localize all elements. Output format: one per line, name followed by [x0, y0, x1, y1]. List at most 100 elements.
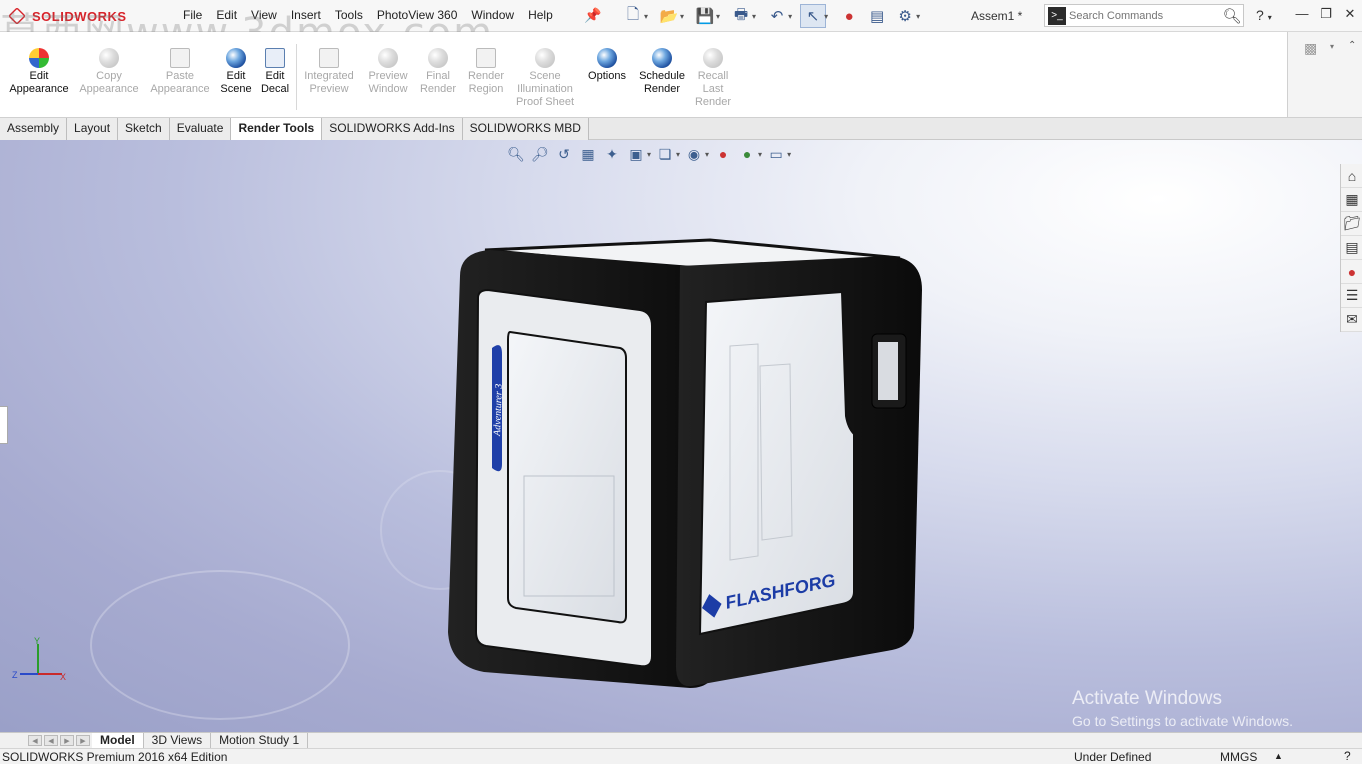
menu-tools[interactable]: Tools	[335, 8, 363, 22]
chevron-down-icon[interactable]: ▾	[644, 12, 648, 21]
recall-last-render-button[interactable]: Recall Last Render	[692, 48, 734, 109]
heads-up-view-toolbar: 🔍︎ 🔎︎ ↺ ▦ ✦ ▣ ▾ ❏ ▾ ◉ ▾ ● ● ▾ ▭ ▾	[506, 144, 791, 164]
edit-decal-button[interactable]: Edit Decal	[256, 48, 294, 96]
schedule-render-button[interactable]: Schedule Render	[634, 48, 690, 96]
menu-photoview[interactable]: PhotoView 360	[377, 8, 458, 22]
front-door-glass	[507, 330, 627, 624]
search-input[interactable]	[1069, 9, 1221, 22]
search-icon[interactable]: 🔍︎	[1221, 7, 1243, 25]
menu-help[interactable]: Help	[528, 8, 553, 22]
tab-motion-study-1[interactable]: Motion Study 1	[211, 733, 309, 749]
appearances-scenes-icon[interactable]: ●	[1341, 260, 1362, 284]
chevron-down-icon[interactable]: ▾	[716, 12, 720, 21]
paste-appearance-button[interactable]: Paste Appearance	[146, 48, 214, 96]
chevron-down-icon[interactable]: ▾	[824, 12, 828, 21]
menu-window[interactable]: Window	[471, 8, 514, 22]
menu-file[interactable]: File	[183, 8, 202, 22]
edit-appearance-button[interactable]: Edit Appearance	[4, 48, 74, 96]
minimize-icon[interactable]: —	[1292, 6, 1312, 21]
preview-window-icon	[378, 48, 398, 68]
schedule-render-label: Schedule Render	[639, 70, 685, 95]
status-bar: SOLIDWORKS Premium 2016 x64 Edition Unde…	[0, 748, 1362, 764]
chevron-down-icon[interactable]: ▾	[647, 150, 651, 159]
options-button[interactable]: Options	[582, 48, 632, 83]
final-render-button[interactable]: Final Render	[416, 48, 460, 96]
apply-scene-icon[interactable]: ●	[737, 144, 757, 164]
new-document-icon[interactable]: 🗋	[620, 4, 646, 28]
chevron-down-icon[interactable]: ▾	[916, 12, 920, 21]
forum-icon[interactable]: ✉	[1341, 308, 1362, 332]
home-icon[interactable]: ⌂	[1341, 164, 1362, 188]
save-icon[interactable]: 💾	[692, 4, 718, 28]
menu-insert[interactable]: Insert	[291, 8, 321, 22]
file-explorer-icon[interactable]: 📁︎	[1341, 212, 1362, 236]
solidworks-logo[interactable]: SOLIDWORKS	[8, 6, 127, 26]
print-icon[interactable]: 🖶	[728, 4, 754, 28]
chevron-down-icon[interactable]: ▾	[787, 150, 791, 159]
file-properties-icon[interactable]: ▤	[864, 4, 890, 28]
previous-view-icon[interactable]: ↺	[554, 144, 574, 164]
graphics-area[interactable]: 🔍︎ 🔎︎ ↺ ▦ ✦ ▣▾ ❏▾ ◉▾ ● ●▾ ▭▾ □ □ — ❐ ✕ ⌂…	[0, 140, 1362, 732]
first-tab-icon[interactable]: ◀	[28, 735, 42, 746]
view-palette-icon[interactable]: ▤	[1341, 236, 1362, 260]
view-orientation-icon[interactable]: ▣	[626, 144, 646, 164]
edit-appearance-icon[interactable]: ●	[713, 144, 733, 164]
feature-manager-toggle[interactable]	[0, 406, 8, 444]
last-tab-icon[interactable]: ▶	[76, 735, 90, 746]
dynamic-annotation-icon[interactable]: ✦	[602, 144, 622, 164]
tab-solidworks-mbd[interactable]: SOLIDWORKS MBD	[462, 118, 589, 140]
section-view-icon[interactable]: ▦	[578, 144, 598, 164]
chevron-down-icon[interactable]: ▾	[758, 150, 762, 159]
close-icon[interactable]: ✕	[1340, 6, 1360, 22]
help-icon[interactable]: ?	[1344, 748, 1351, 764]
select-pointer-icon[interactable]: ↖	[800, 4, 827, 28]
next-tab-icon[interactable]: ▶	[60, 735, 74, 746]
tab-evaluate[interactable]: Evaluate	[169, 118, 232, 140]
options-icon	[597, 48, 617, 68]
open-folder-icon[interactable]: 📂	[656, 4, 682, 28]
chevron-down-icon[interactable]: ▾	[788, 12, 792, 21]
render-options-icon[interactable]: ▩	[1304, 40, 1317, 57]
previous-tab-icon[interactable]: ◀	[44, 735, 58, 746]
decal-icon	[265, 48, 285, 68]
scene-illumination-proof-sheet-button[interactable]: Scene Illumination Proof Sheet	[512, 48, 578, 109]
integrated-preview-button[interactable]: Integrated Preview	[300, 48, 358, 96]
tab-3d-views[interactable]: 3D Views	[144, 733, 212, 749]
unit-system[interactable]: MMGS	[1220, 749, 1257, 764]
view-settings-icon[interactable]: ▭	[766, 144, 786, 164]
preview-window-button[interactable]: Preview Window	[362, 48, 414, 96]
design-library-icon[interactable]: ▦	[1341, 188, 1362, 212]
tab-model[interactable]: Model	[92, 733, 144, 749]
tab-solidworks-add-ins[interactable]: SOLIDWORKS Add-Ins	[322, 118, 463, 140]
gear-icon[interactable]: ⚙	[892, 4, 918, 28]
menu-view[interactable]: View	[251, 8, 277, 22]
chevron-down-icon[interactable]: ▾	[752, 12, 756, 21]
tab-render-tools[interactable]: Render Tools	[231, 118, 323, 140]
traffic-light-icon[interactable]: ●	[836, 4, 862, 28]
help-icon[interactable]: ? ▾	[1256, 7, 1272, 23]
tab-sketch[interactable]: Sketch	[118, 118, 170, 140]
tab-layout[interactable]: Layout	[67, 118, 119, 140]
expand-ribbon-icon[interactable]: ⌃	[1348, 40, 1356, 51]
hide-show-items-icon[interactable]: ◉	[684, 144, 704, 164]
tab-assembly[interactable]: Assembly	[0, 118, 68, 140]
printer-model-3d[interactable]: Adventurer 3 FLASHFORG	[430, 236, 930, 706]
display-style-icon[interactable]: ❏	[655, 144, 675, 164]
menu-edit[interactable]: Edit	[216, 8, 237, 22]
search-box[interactable]: >_ 🔍︎	[1044, 4, 1244, 27]
zoom-to-fit-icon[interactable]: 🔍︎	[506, 144, 526, 164]
custom-properties-icon[interactable]: ☰	[1341, 284, 1362, 308]
chevron-down-icon[interactable]: ▾	[680, 12, 684, 21]
restore-icon[interactable]: ❐	[1316, 6, 1336, 22]
render-region-button[interactable]: Render Region	[462, 48, 510, 96]
pin-icon[interactable]: 📌	[584, 7, 601, 24]
copy-appearance-button[interactable]: Copy Appearance	[76, 48, 142, 96]
chevron-down-icon[interactable]: ▾	[676, 150, 680, 159]
zoom-to-area-icon[interactable]: 🔎︎	[530, 144, 550, 164]
chevron-down-icon[interactable]: ▾	[1330, 42, 1334, 51]
chevron-down-icon[interactable]: ▾	[705, 150, 709, 159]
edit-scene-button[interactable]: Edit Scene	[216, 48, 256, 96]
chevron-up-icon[interactable]: ▲	[1274, 748, 1283, 764]
undo-icon[interactable]: ↶	[764, 4, 790, 28]
schedule-render-icon	[652, 48, 672, 68]
